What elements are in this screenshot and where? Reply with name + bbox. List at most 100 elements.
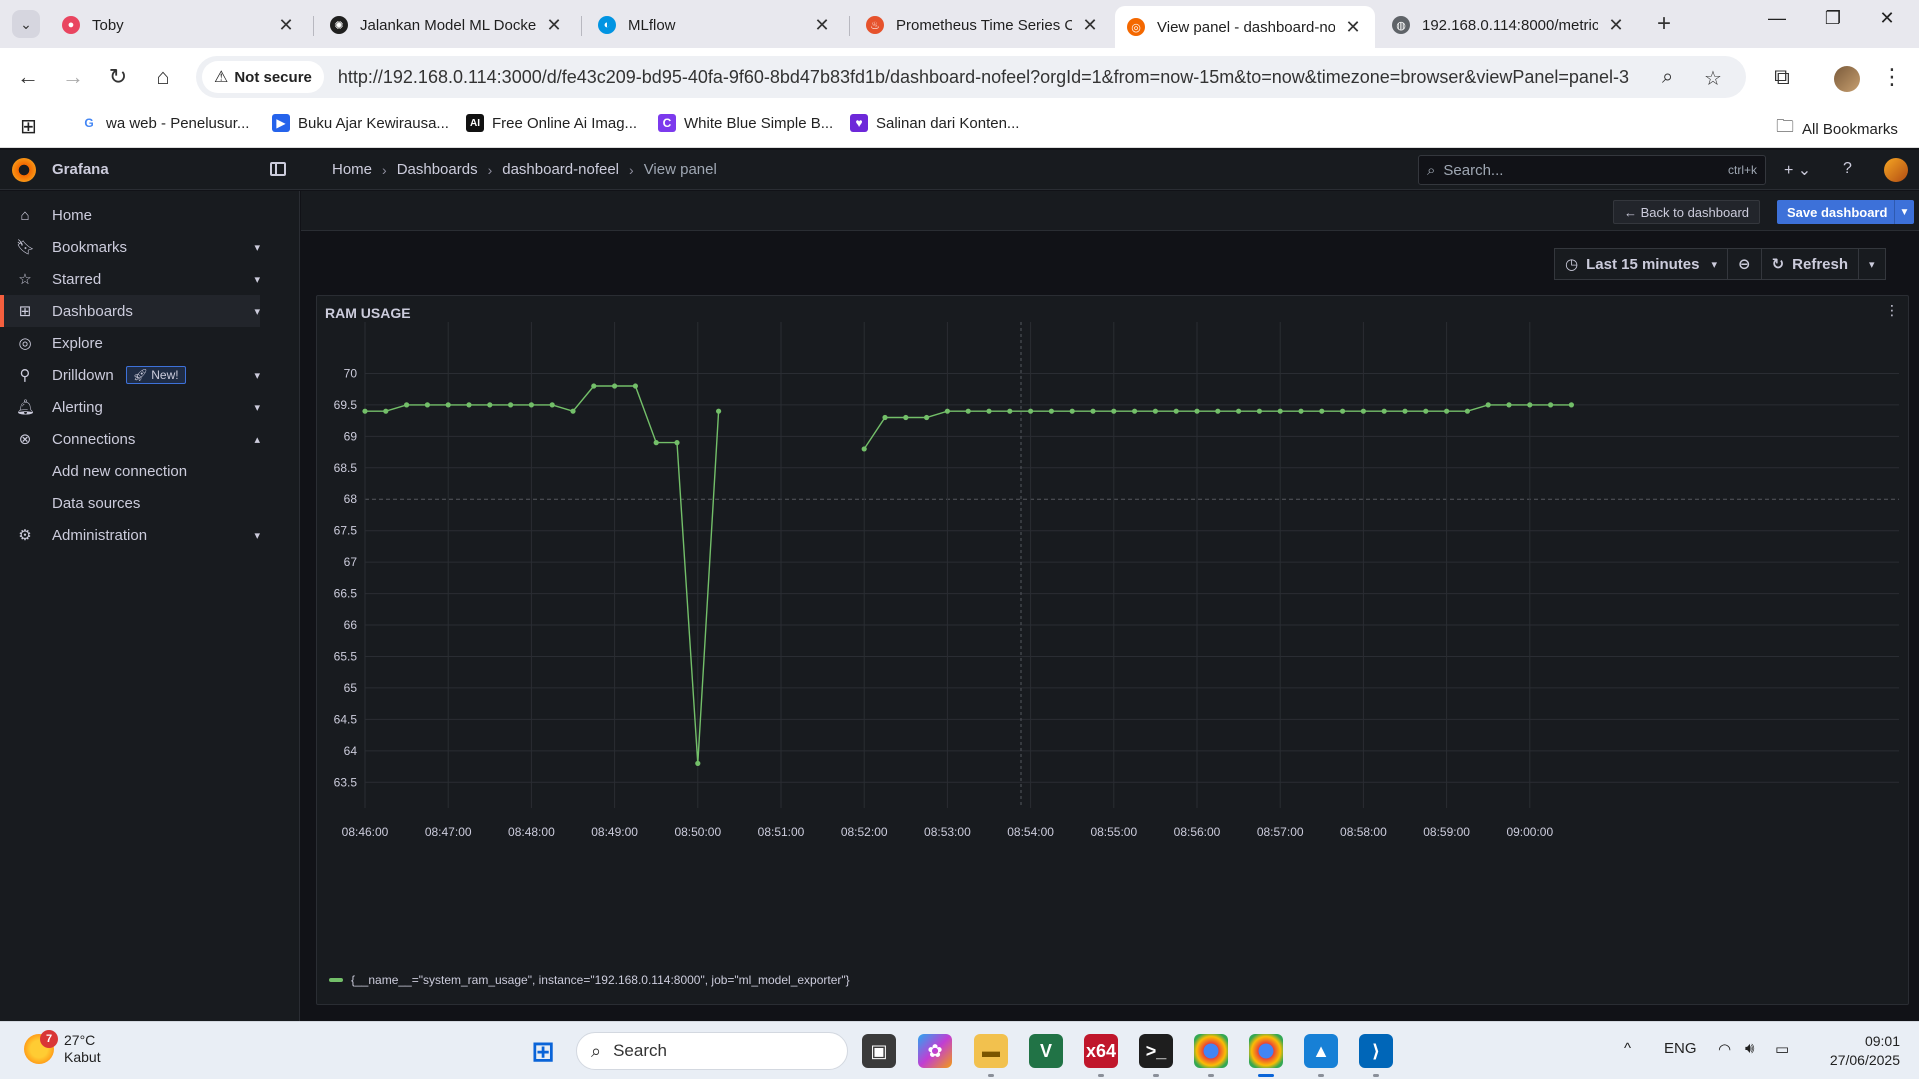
volume-icon[interactable]: 🔊︎: [1745, 1040, 1754, 1057]
maximize-button[interactable]: ❐: [1813, 8, 1853, 29]
bookmark-item[interactable]: ♥ Salinan dari Konten...: [850, 114, 1019, 132]
close-icon[interactable]: ✕: [812, 15, 832, 36]
tab-prometheus[interactable]: ♨ Prometheus Time Series Co ✕: [854, 6, 1112, 44]
refresh-button[interactable]: ↻ Refresh: [1762, 249, 1860, 279]
chrome-active-icon[interactable]: [1249, 1034, 1283, 1068]
extensions-button[interactable]: ⧉: [1767, 62, 1797, 92]
close-icon[interactable]: ✕: [1343, 17, 1363, 38]
chevron-down-icon[interactable]: ▾: [254, 241, 260, 254]
sidebar-item-alerting[interactable]: 🔔︎ Alerting ▾: [0, 391, 260, 423]
user-avatar[interactable]: [1884, 158, 1908, 182]
battery-icon[interactable]: ▭: [1775, 1040, 1789, 1058]
vs-icon[interactable]: V: [1029, 1034, 1063, 1068]
close-icon[interactable]: ✕: [276, 15, 296, 36]
close-icon[interactable]: ✕: [1080, 15, 1100, 36]
wifi-icon[interactable]: ◠: [1718, 1040, 1731, 1058]
zoom-out-button[interactable]: ⊖: [1728, 249, 1762, 279]
sidebar-item-dashboards[interactable]: ⊞ Dashboards ▾: [0, 295, 260, 327]
start-button[interactable]: ⊞: [526, 1034, 560, 1068]
sidebar-item-home[interactable]: ⌂ Home: [0, 199, 260, 231]
series-line: [365, 385, 720, 764]
add-new-button[interactable]: + ⌄: [1784, 160, 1811, 180]
save-dashboard-button[interactable]: Save dashboard: [1777, 200, 1898, 224]
profile-avatar[interactable]: [1834, 66, 1860, 92]
tab-toby[interactable]: ● Toby ✕: [50, 6, 308, 44]
weather-widget[interactable]: 7 27°C Kabut: [24, 1030, 101, 1066]
chevron-down-icon[interactable]: ▾: [254, 305, 260, 318]
address-bar[interactable]: ⚠ Not secure http://192.168.0.114:3000/d…: [196, 56, 1746, 98]
chevron-down-icon[interactable]: ▾: [254, 529, 260, 542]
browser-menu-button[interactable]: ⋮: [1877, 62, 1907, 92]
sidebar-item-bookmarks[interactable]: 🔖︎ Bookmarks ▾: [0, 231, 260, 263]
time-range-picker[interactable]: ◷ Last 15 minutes ▾: [1555, 249, 1728, 279]
bookmark-label: Buku Ajar Kewirausa...: [298, 114, 449, 132]
grafana-brand[interactable]: Grafana: [52, 161, 109, 178]
reload-button[interactable]: ↻: [103, 62, 133, 92]
security-chip[interactable]: ⚠ Not secure: [202, 61, 324, 93]
breadcrumb-home[interactable]: Home: [332, 161, 372, 178]
bookmark-item[interactable]: ▶ Buku Ajar Kewirausa...: [272, 114, 449, 132]
tab-search-button[interactable]: ⌄: [12, 10, 40, 38]
back-button[interactable]: ←: [13, 62, 43, 92]
photos-icon[interactable]: ▲: [1304, 1034, 1338, 1068]
sidebar-item-add-new-connection[interactable]: Add new connection: [0, 455, 260, 487]
sidebar-item-connections[interactable]: ⊗ Connections ▴: [0, 423, 260, 455]
minimize-button[interactable]: —: [1757, 8, 1797, 29]
grafana-search-input[interactable]: ⌕ Search... ctrl+k: [1418, 155, 1766, 185]
sidebar-item-data-sources[interactable]: Data sources: [0, 487, 260, 519]
chevron-down-icon[interactable]: ▾: [254, 273, 260, 286]
chrome-icon[interactable]: [1194, 1034, 1228, 1068]
tab-grafana-active[interactable]: ◎ View panel - dashboard-no ✕: [1115, 6, 1375, 48]
ram-usage-chart[interactable]: 70 69.5 69 68.5 68 67.5 67 66.5 66 65.5 65 64.5 64 63…: [317, 296, 1910, 966]
system-clock[interactable]: 09:01 27/06/2025: [1818, 1032, 1900, 1070]
vscode-icon[interactable]: ⟩: [1359, 1034, 1393, 1068]
breadcrumb-dashboards[interactable]: Dashboards: [397, 161, 478, 178]
chevron-right-icon: ›: [382, 161, 387, 178]
refresh-interval-button[interactable]: ▾: [1859, 249, 1885, 279]
apps-button[interactable]: ⊞: [20, 114, 37, 139]
tab-divider: [849, 16, 850, 36]
terminal-icon[interactable]: >_: [1139, 1034, 1173, 1068]
home-button[interactable]: ⌂: [148, 62, 178, 92]
tab-chatgpt[interactable]: ✺ Jalankan Model ML Docker ✕: [318, 6, 576, 44]
sidebar-item-explore[interactable]: ◎ Explore: [0, 327, 260, 359]
copilot-icon[interactable]: ✿: [918, 1034, 952, 1068]
chevron-down-icon[interactable]: ▾: [254, 369, 260, 382]
star-icon[interactable]: ☆: [1704, 66, 1722, 91]
file-explorer-icon[interactable]: ▬: [974, 1034, 1008, 1068]
taskbar-search[interactable]: ⌕ Search: [576, 1032, 848, 1070]
ai-icon: AI: [466, 114, 484, 132]
task-view-icon[interactable]: ▣: [862, 1034, 896, 1068]
openai-icon: ✺: [330, 16, 348, 34]
url-text[interactable]: http://192.168.0.114:3000/d/fe43c209-bd9…: [338, 67, 1629, 88]
sequel-icon[interactable]: x64: [1084, 1034, 1118, 1068]
sidebar-item-starred[interactable]: ☆ Starred ▾: [0, 263, 260, 295]
close-icon[interactable]: ✕: [544, 15, 564, 36]
zoom-icon[interactable]: ⌕: [1662, 66, 1673, 89]
new-tab-button[interactable]: +: [1650, 10, 1678, 38]
close-window-button[interactable]: ✕: [1867, 8, 1907, 29]
chart-legend[interactable]: {__name__="system_ram_usage", instance="…: [329, 973, 850, 987]
chevron-up-icon[interactable]: ^: [1624, 1040, 1631, 1057]
tab-mlflow[interactable]: ◐ MLflow ✕: [586, 6, 844, 44]
dock-menu-icon[interactable]: [270, 162, 286, 176]
all-bookmarks-button[interactable]: 🗀 All Bookmarks: [1776, 114, 1898, 144]
bookmark-item[interactable]: AI Free Online Ai Imag...: [466, 114, 637, 132]
data-point: [1568, 402, 1574, 408]
chevron-up-icon[interactable]: ▴: [254, 433, 260, 446]
sidebar-item-administration[interactable]: ⚙ Administration ▾: [0, 519, 260, 551]
breadcrumb-dashboard[interactable]: dashboard-nofeel: [502, 161, 619, 178]
back-to-dashboard-button[interactable]: ← Back to dashboard: [1613, 200, 1761, 224]
bookmark-item[interactable]: G wa web - Penelusur...: [80, 114, 249, 132]
bookmark-item[interactable]: C White Blue Simple B...: [658, 114, 833, 132]
forward-button[interactable]: →: [58, 62, 88, 92]
language-indicator[interactable]: ENG: [1664, 1040, 1697, 1057]
warning-icon: ⚠: [214, 69, 229, 86]
save-options-button[interactable]: ▼: [1894, 200, 1914, 224]
sidebar-item-drilldown[interactable]: ⚲ Drilldown 🚀︎ New! ▾: [0, 359, 260, 391]
help-icon[interactable]: ?: [1843, 160, 1852, 178]
chevron-down-icon[interactable]: ▾: [254, 401, 260, 414]
tab-metrics[interactable]: ◍ 192.168.0.114:8000/metric ✕: [1380, 6, 1638, 44]
close-icon[interactable]: ✕: [1606, 15, 1626, 36]
grafana-logo-icon[interactable]: [12, 158, 36, 182]
